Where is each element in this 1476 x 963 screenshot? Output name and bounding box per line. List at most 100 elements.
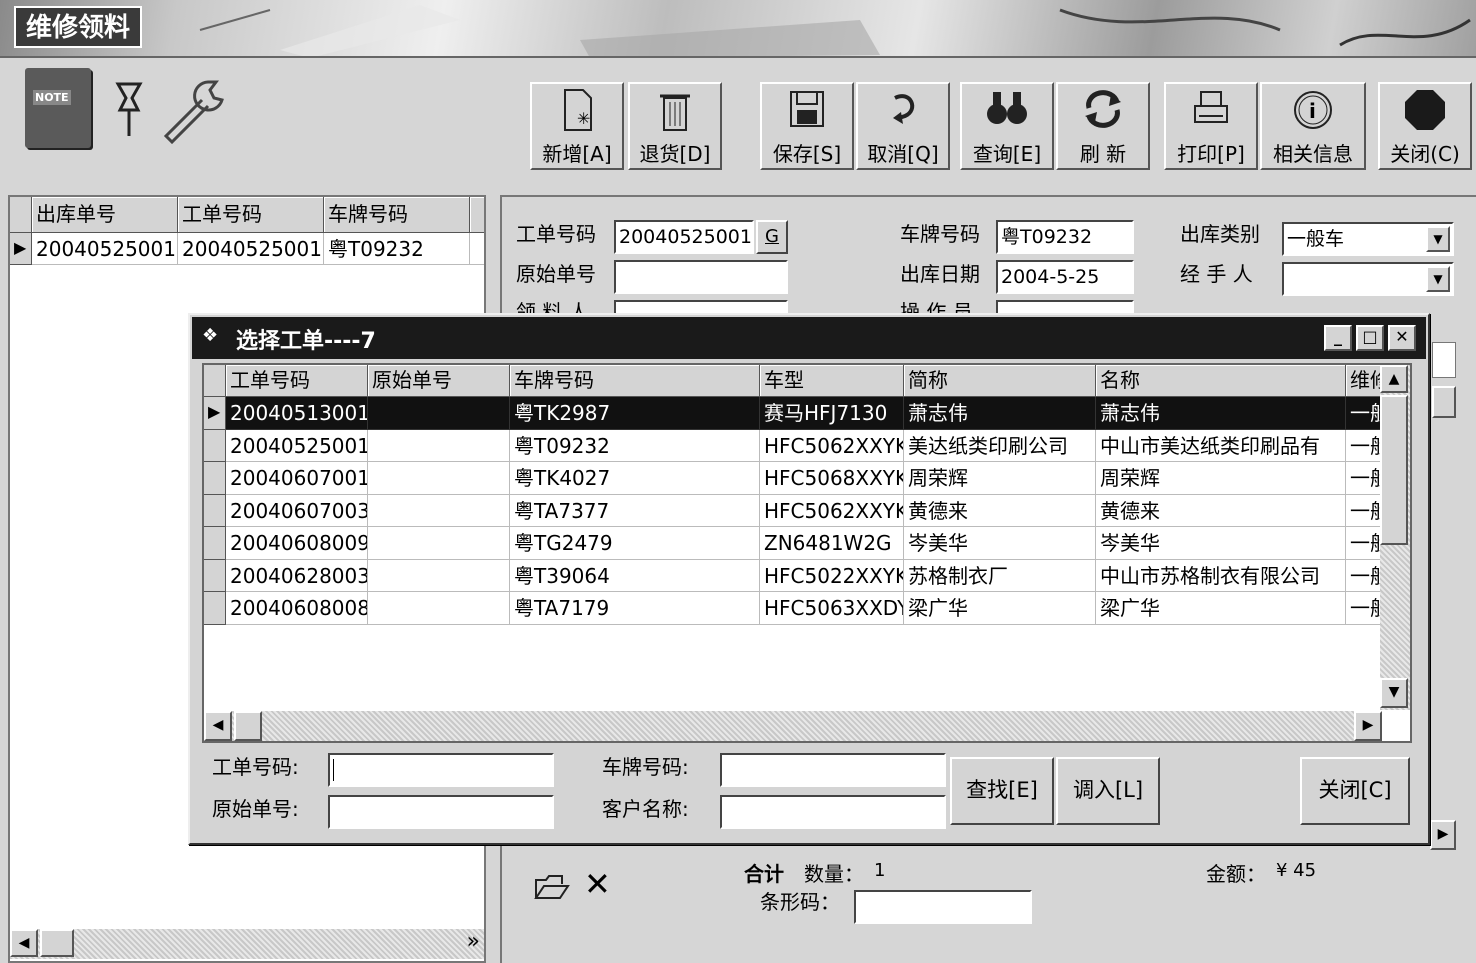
table-cell[interactable]: 粤T09232 <box>510 429 760 462</box>
col-header-more[interactable] <box>470 197 484 233</box>
col-header-plate[interactable]: 车牌号码 <box>510 365 760 397</box>
work-order-grid[interactable]: 工单号码原始单号车牌号码车型简称名称维修▶20040513001粤TK2987赛… <box>202 363 1412 743</box>
scroll-down-icon[interactable]: ▼ <box>1380 678 1408 708</box>
folder-open-icon[interactable] <box>534 872 570 902</box>
table-cell[interactable] <box>368 592 510 625</box>
col-header-short-name[interactable]: 简称 <box>904 365 1096 397</box>
grid-hscrollbar[interactable]: ◀ ▶ <box>204 711 1382 741</box>
table-cell[interactable]: HFC5063XXDYK <box>760 592 904 625</box>
cancel-button[interactable]: 取消[Q] <box>856 82 950 170</box>
minimize-icon[interactable]: _ <box>1324 325 1352 351</box>
col-header-orig-no[interactable]: 原始单号 <box>368 365 510 397</box>
query-button[interactable]: 查询[E] <box>960 82 1054 170</box>
table-cell[interactable]: 粤TK4027 <box>510 462 760 495</box>
col-header-plate[interactable]: 车牌号码 <box>324 197 470 233</box>
work-no-input[interactable]: 20040525001 <box>614 220 754 254</box>
table-cell[interactable]: 萧志伟 <box>1096 397 1346 430</box>
table-cell[interactable]: 岑美华 <box>904 527 1096 560</box>
table-cell[interactable]: 粤TA7377 <box>510 494 760 527</box>
search-plate-input[interactable] <box>720 753 946 787</box>
table-cell[interactable]: 赛马HFJ7130 <box>760 397 904 430</box>
table-cell[interactable] <box>470 233 484 265</box>
table-cell[interactable]: HFC5062XXYKS <box>760 429 904 462</box>
table-cell[interactable]: 20040628003 <box>226 559 368 592</box>
search-orig-no-input[interactable] <box>328 795 554 829</box>
table-cell[interactable]: 萧志伟 <box>904 397 1096 430</box>
table-cell[interactable]: 周荣辉 <box>1096 462 1346 495</box>
table-cell[interactable]: 美达纸类印刷公司 <box>904 429 1096 462</box>
print-button[interactable]: 打印[P] <box>1164 82 1258 170</box>
maximize-icon[interactable]: □ <box>1356 325 1384 351</box>
table-cell[interactable]: 20040607003 <box>226 494 368 527</box>
col-header-model[interactable]: 车型 <box>760 365 904 397</box>
find-button[interactable]: 查找[E] <box>950 757 1054 825</box>
table-cell[interactable]: 一般 <box>1346 495 1382 527</box>
g-lookup-button[interactable]: G <box>756 220 788 254</box>
table-cell[interactable]: 粤T39064 <box>510 559 760 592</box>
handler-select[interactable]: ▼ <box>1282 262 1454 296</box>
chevron-down-icon[interactable]: ▼ <box>1426 226 1450 252</box>
table-cell[interactable]: 20040608008 <box>226 592 368 625</box>
left-grid-hscrollbar[interactable]: ◀ » <box>10 929 484 959</box>
table-cell[interactable]: 20040525001 <box>226 429 368 462</box>
table-cell[interactable]: 一般 <box>1346 527 1382 560</box>
table-cell[interactable]: 20040607001 <box>226 462 368 495</box>
table-cell[interactable]: 一般 <box>1346 462 1382 495</box>
table-cell[interactable] <box>368 494 510 527</box>
col-header-repair[interactable]: 维修 <box>1346 365 1382 397</box>
delete-icon[interactable]: ✕ <box>584 866 611 902</box>
save-button[interactable]: 保存[S] <box>760 82 854 170</box>
table-cell[interactable]: 中山市苏格制衣有限公司 <box>1096 559 1346 592</box>
return-button[interactable]: 退货[D] <box>628 82 722 170</box>
table-cell[interactable]: ZN6481W2G <box>760 527 904 560</box>
table-cell[interactable]: 粤TA7179 <box>510 592 760 625</box>
table-cell[interactable]: HFC5022XXYK <box>760 559 904 592</box>
table-cell[interactable] <box>368 527 510 560</box>
table-cell[interactable]: 粤T09232 <box>324 233 470 265</box>
table-cell[interactable]: HFC5068XXYKD <box>760 462 904 495</box>
table-cell[interactable] <box>368 397 510 430</box>
info-button[interactable]: i 相关信息 <box>1260 82 1366 170</box>
col-header-name[interactable]: 名称 <box>1096 365 1346 397</box>
grid-vscrollbar[interactable]: ▲ ▼ <box>1380 365 1410 710</box>
table-cell[interactable] <box>368 559 510 592</box>
pin-icon[interactable] <box>112 80 146 140</box>
table-cell[interactable]: 一般 <box>1346 430 1382 462</box>
double-chevron-right-icon[interactable]: » <box>467 929 480 955</box>
work-order-grid-body[interactable]: 工单号码原始单号车牌号码车型简称名称维修 ▶20040513001 粤TK2987赛… <box>204 365 1382 710</box>
table-cell[interactable]: 20040525001 <box>178 233 324 265</box>
add-button[interactable]: ✳ 新增[A] <box>530 82 624 170</box>
search-customer-input[interactable] <box>720 795 946 829</box>
barcode-input[interactable] <box>854 890 1032 924</box>
table-cell[interactable]: 一般 <box>1346 592 1382 625</box>
col-header-work-no[interactable]: 工单号码 <box>226 365 368 397</box>
table-cell[interactable]: 黄德来 <box>904 494 1096 527</box>
import-button[interactable]: 调入[L] <box>1056 757 1160 825</box>
scroll-thumb[interactable] <box>40 929 74 957</box>
scroll-left-icon[interactable]: ◀ <box>204 711 232 741</box>
col-header-work-no[interactable]: 工单号码 <box>178 197 324 233</box>
detail-scroll-button[interactable] <box>1432 386 1456 418</box>
table-cell[interactable]: 梁广华 <box>1096 592 1346 625</box>
table-cell[interactable]: HFC5062XXYKS <box>760 494 904 527</box>
table-cell[interactable]: 一般 <box>1346 397 1382 430</box>
scroll-right-icon[interactable]: ▶ <box>1430 820 1456 850</box>
table-cell[interactable]: 20040608009 <box>226 527 368 560</box>
orig-no-input[interactable] <box>614 260 788 294</box>
scroll-up-icon[interactable]: ▲ <box>1380 365 1408 393</box>
scroll-thumb[interactable] <box>1380 395 1408 545</box>
table-cell[interactable]: 苏格制衣厂 <box>904 559 1096 592</box>
plate-input[interactable]: 粤T09232 <box>996 220 1134 254</box>
table-cell[interactable] <box>368 429 510 462</box>
scroll-thumb[interactable] <box>234 711 262 741</box>
wrench-icon[interactable] <box>158 76 230 144</box>
date-input[interactable]: 2004-5-25 <box>996 260 1134 294</box>
dialog-titlebar[interactable]: ❖ 选择工单----7 _ □ ✕ <box>192 317 1426 359</box>
close-icon[interactable]: ✕ <box>1388 325 1416 351</box>
refresh-button[interactable]: 刷 新 <box>1056 82 1150 170</box>
table-cell[interactable]: 梁广华 <box>904 592 1096 625</box>
type-select[interactable]: 一般车 ▼ <box>1282 222 1454 256</box>
table-cell[interactable]: 粤TG2479 <box>510 527 760 560</box>
table-cell[interactable]: 20040525001 <box>32 233 178 265</box>
scroll-right-icon[interactable]: ▶ <box>1354 711 1382 741</box>
